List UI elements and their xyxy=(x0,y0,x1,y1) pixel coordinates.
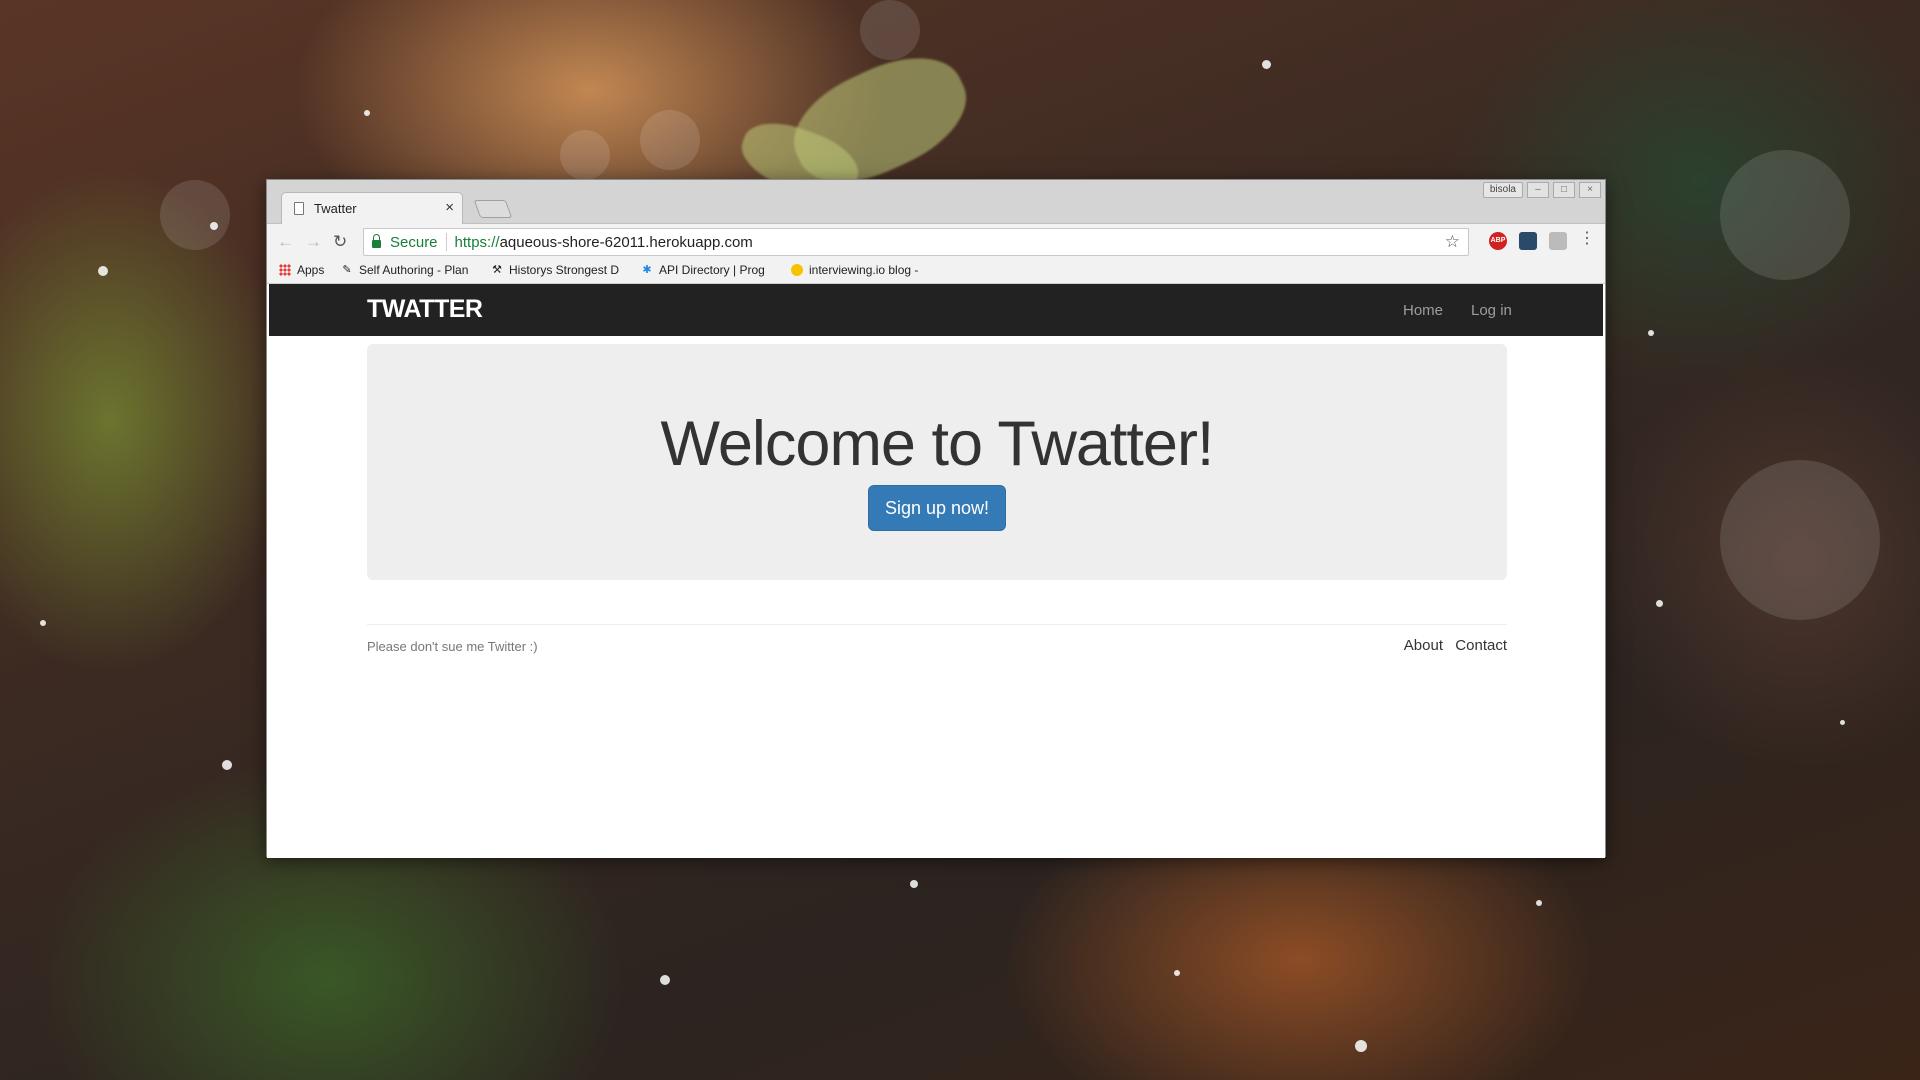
bookmarks-bar: Apps ✎ Self Authoring - Plan ⚒ Historys … xyxy=(267,258,1605,284)
bookmark-star-icon[interactable]: ☆ xyxy=(1445,232,1460,252)
extension-icon[interactable] xyxy=(1519,232,1537,250)
browser-window: Twatter × bisola – □ × ← → ↻ Secure http… xyxy=(266,179,1606,858)
snowflake xyxy=(1840,720,1845,725)
bokeh-light xyxy=(160,180,230,250)
address-divider xyxy=(445,233,447,251)
pen-icon: ✎ xyxy=(342,264,352,276)
bokeh-light xyxy=(640,110,700,170)
profile-badge[interactable]: bisola xyxy=(1482,182,1523,198)
bookmark-interviewing-io[interactable]: interviewing.io blog - xyxy=(791,263,937,277)
url-scheme: https:// xyxy=(454,233,500,251)
browser-titlebar: Twatter × bisola – □ × xyxy=(267,180,1605,224)
bookmark-label: Apps xyxy=(297,263,325,277)
hero-jumbotron: Welcome to Twatter! Sign up now! xyxy=(367,344,1507,580)
signup-button[interactable]: Sign up now! xyxy=(868,485,1006,531)
minimize-button[interactable]: – xyxy=(1527,182,1549,198)
reload-button[interactable]: ↻ xyxy=(333,232,347,252)
puzzle-icon: ✱ xyxy=(642,264,652,276)
bookmark-self-authoring[interactable]: ✎ Self Authoring - Plan xyxy=(341,263,473,277)
lock-icon xyxy=(372,234,381,248)
bookmark-historys-strongest[interactable]: ⚒ Historys Strongest D xyxy=(491,263,627,277)
snowflake xyxy=(1174,970,1180,976)
site-logo[interactable]: TWATTER xyxy=(367,295,483,324)
footer-note: Please don't sue me Twitter :) xyxy=(367,639,538,654)
bookmark-api-directory[interactable]: ✱ API Directory | Prog xyxy=(641,263,777,277)
secure-label: Secure xyxy=(390,233,438,251)
snowflake xyxy=(1262,60,1271,69)
maximize-button[interactable]: □ xyxy=(1553,182,1575,198)
snowflake xyxy=(98,266,108,276)
footer-contact-link[interactable]: Contact xyxy=(1455,637,1507,654)
bookmark-label: Self Authoring - Plan xyxy=(359,263,469,277)
print-extension-icon[interactable] xyxy=(1549,232,1567,250)
page-document-icon xyxy=(294,202,304,215)
apps-grid-icon xyxy=(279,264,291,276)
nav-home-link[interactable]: Home xyxy=(1403,302,1443,319)
bokeh-light xyxy=(1720,150,1850,280)
adblock-extension-icon[interactable]: ABP xyxy=(1489,232,1507,250)
snowflake xyxy=(1355,1040,1367,1052)
back-button[interactable]: ← xyxy=(277,232,294,252)
snowflake xyxy=(1536,900,1542,906)
footer-about-link[interactable]: About xyxy=(1404,637,1443,654)
url-host: aqueous-shore-62011.herokuapp.com xyxy=(499,233,753,251)
tab-twatter[interactable]: Twatter × xyxy=(281,192,463,224)
hero-title: Welcome to Twatter! xyxy=(660,409,1215,479)
bokeh-light xyxy=(1720,460,1880,620)
browser-menu-icon[interactable]: ⋮ xyxy=(1579,231,1595,247)
site-navbar: TWATTER Home Log in xyxy=(269,284,1603,336)
web-page: TWATTER Home Log in Welcome to Twatter! … xyxy=(267,284,1605,858)
bokeh-light xyxy=(560,130,610,180)
bookmark-icon: ⚒ xyxy=(492,264,502,276)
snowflake xyxy=(1656,600,1663,607)
snowflake xyxy=(910,880,918,888)
site-footer: Please don't sue me Twitter :) About Con… xyxy=(367,624,1507,664)
snowflake xyxy=(1648,330,1654,336)
snowflake xyxy=(222,760,232,770)
snowflake xyxy=(40,620,46,626)
close-window-button[interactable]: × xyxy=(1579,182,1601,198)
bookmark-label: API Directory | Prog xyxy=(659,263,765,277)
interviewing-icon xyxy=(791,264,803,276)
bookmark-apps[interactable]: Apps xyxy=(279,263,324,277)
bokeh-light xyxy=(860,0,920,60)
forward-button[interactable]: → xyxy=(305,232,322,252)
snowflake xyxy=(660,975,670,985)
browser-toolbar: ← → ↻ Secure https:// aqueous-shore-6201… xyxy=(267,224,1605,258)
bookmark-label: interviewing.io blog - xyxy=(809,263,919,277)
nav-login-link[interactable]: Log in xyxy=(1471,302,1512,319)
snowflake xyxy=(364,110,370,116)
tab-close-icon[interactable]: × xyxy=(445,199,454,216)
address-bar[interactable]: Secure https:// aqueous-shore-62011.hero… xyxy=(363,228,1469,256)
bookmark-label: Historys Strongest D xyxy=(509,263,620,277)
tab-title: Twatter xyxy=(314,201,357,216)
snowflake xyxy=(210,222,218,230)
new-tab-button[interactable] xyxy=(473,200,513,218)
